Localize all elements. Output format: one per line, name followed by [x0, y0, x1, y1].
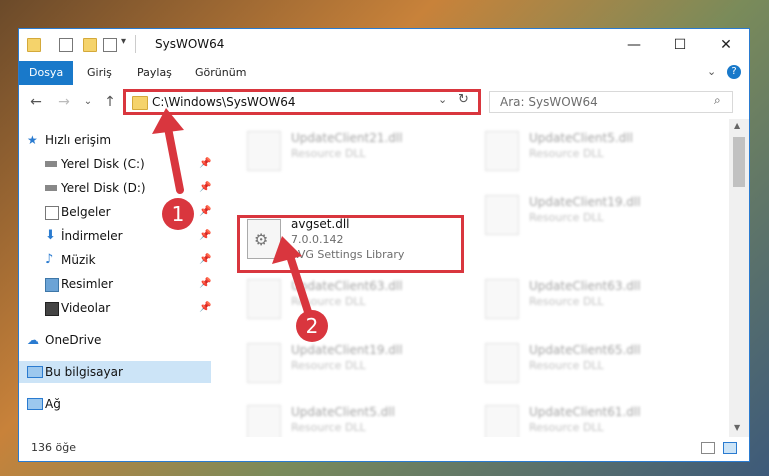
annotation-arrows	[152, 108, 314, 322]
arrow-one	[164, 124, 184, 194]
arrow-two	[286, 252, 314, 322]
step-marker-one: 1	[162, 198, 194, 230]
arrow-one-head	[152, 108, 184, 134]
arrow-two-head	[272, 236, 302, 264]
step-marker-two: 2	[296, 310, 328, 342]
